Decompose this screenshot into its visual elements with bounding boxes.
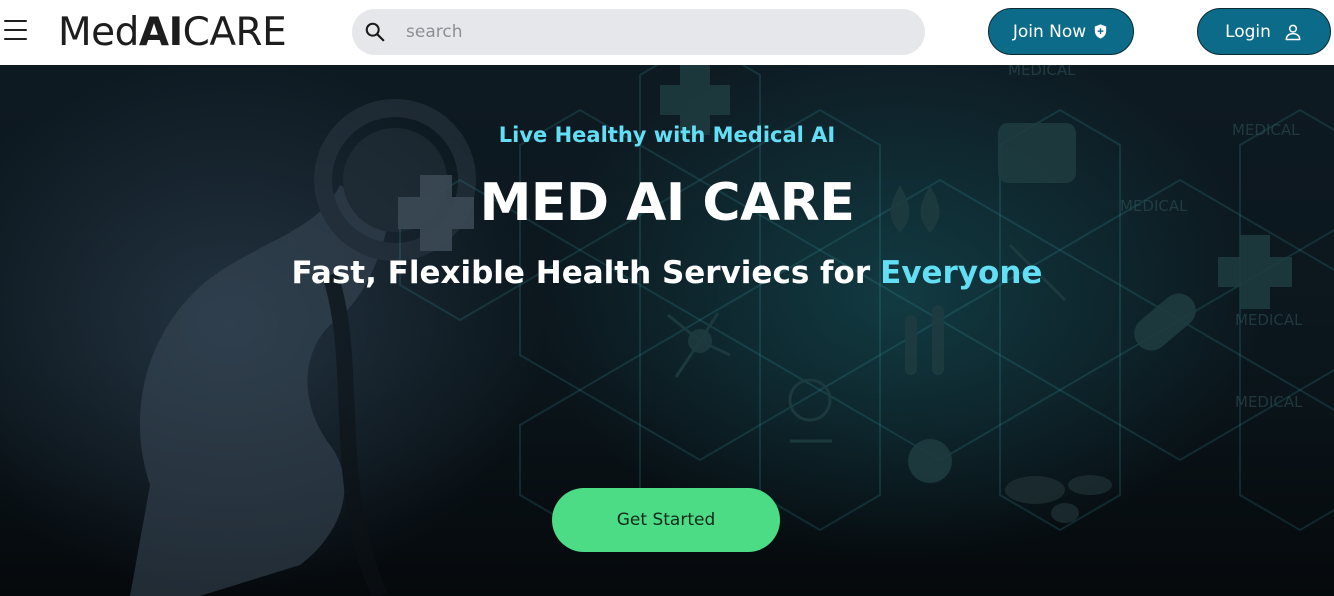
shield-plus-icon bbox=[1095, 24, 1107, 39]
site-logo[interactable]: MedAICARE bbox=[58, 10, 287, 55]
search-bar bbox=[352, 9, 925, 55]
top-navbar: MedAICARE Join Now Login bbox=[0, 0, 1334, 65]
user-icon bbox=[1285, 24, 1301, 40]
hero-subtitle: Fast, Flexible Health Serviecs for Everyo… bbox=[0, 255, 1334, 291]
hamburger-menu-icon[interactable] bbox=[4, 20, 28, 44]
login-button[interactable]: Login bbox=[1197, 8, 1331, 55]
logo-text-ai: AI bbox=[138, 10, 183, 55]
join-now-label: Join Now bbox=[1012, 21, 1087, 42]
hero-eyebrow: Live Healthy with Medical AI bbox=[498, 123, 836, 147]
get-started-button[interactable]: Get Started bbox=[552, 488, 780, 552]
login-label: Login bbox=[1225, 21, 1271, 42]
hero-subtitle-accent: Everyone bbox=[880, 255, 1043, 291]
join-now-button[interactable]: Join Now bbox=[988, 8, 1134, 55]
logo-text-med: Med bbox=[58, 10, 139, 55]
svg-text:MEDICAL: MEDICAL bbox=[1008, 65, 1076, 79]
svg-text:MEDICAL: MEDICAL bbox=[1235, 311, 1303, 329]
hero-title: MED AI CARE bbox=[479, 173, 855, 233]
search-input[interactable] bbox=[406, 9, 906, 55]
logo-text-care: CARE bbox=[182, 10, 287, 55]
hero-subtitle-text: Fast, Flexible Health Serviecs for bbox=[291, 255, 871, 291]
hero-banner: MEDICAL MEDICAL MEDICAL MEDICAL MEDICAL … bbox=[0, 65, 1334, 596]
search-icon[interactable] bbox=[364, 21, 386, 43]
svg-text:MEDICAL: MEDICAL bbox=[1235, 393, 1303, 411]
